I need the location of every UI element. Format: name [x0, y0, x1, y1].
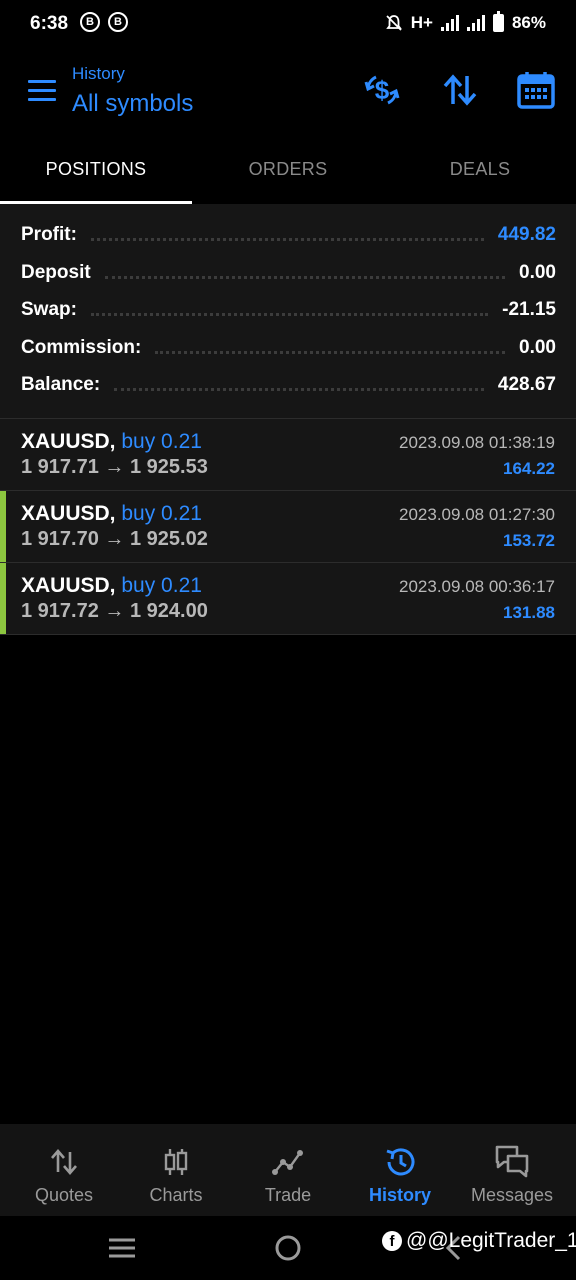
commission-value: 0.00 [519, 337, 556, 358]
summary-row-deposit: Deposit 0.00 [21, 256, 556, 290]
status-time: 6:38 [30, 13, 69, 34]
nav-label: History [368, 1185, 431, 1205]
history-clock-icon [386, 1148, 415, 1176]
tab-positions[interactable]: POSITIONS [0, 140, 192, 204]
symbol-name: XAUUSD, [21, 502, 116, 525]
symbol-name: XAUUSD, [21, 574, 116, 597]
list-divider [0, 634, 576, 635]
position-symbol: XAUUSD, buy 0.21 [21, 502, 202, 526]
svg-text:$: $ [375, 75, 390, 105]
dotted-leader [90, 229, 484, 241]
summary-row-commission: Commission: 0.00 [21, 331, 556, 365]
notification-b-icon: B [80, 12, 100, 32]
summary-panel: Profit: 449.82 Deposit 0.00 Swap: -21.15… [0, 204, 576, 418]
sort-icon[interactable] [440, 70, 480, 110]
currency-exchange-icon[interactable]: $ [362, 70, 402, 110]
nav-label: Trade [264, 1185, 312, 1205]
summary-row-profit: Profit: 449.82 [21, 218, 556, 252]
candlestick-icon [164, 1149, 188, 1175]
app-header: History All symbols $ [0, 48, 576, 140]
battery-percent: 86% [511, 13, 546, 32]
summary-row-swap: Swap: -21.15 [21, 293, 556, 327]
profit-label: Profit: [21, 224, 77, 245]
swap-value: -21.15 [502, 299, 556, 320]
battery-icon [492, 11, 504, 32]
nav-label: Charts [149, 1185, 203, 1205]
dotted-leader [104, 267, 506, 279]
position-row[interactable]: XAUUSD, buy 0.21 1 917.70 → 1 925.02 202… [0, 490, 576, 563]
position-datetime: 2023.09.08 01:38:19 [399, 433, 555, 452]
position-row[interactable]: XAUUSD, buy 0.21 1 917.72 → 1 924.00 202… [0, 562, 576, 635]
status-bar: 6:38 B B H+ 86% [0, 0, 576, 48]
tab-bar: POSITIONS ORDERS DEALS [0, 140, 576, 204]
dotted-leader [155, 342, 506, 354]
balance-label: Balance: [21, 374, 101, 395]
balance-value: 428.67 [497, 374, 556, 395]
home-icon[interactable] [274, 1234, 302, 1262]
network-type: H+ [410, 13, 433, 32]
tab-deals[interactable]: DEALS [384, 140, 576, 204]
mute-bell-icon [385, 15, 402, 31]
nav-messages[interactable]: Messages [456, 1124, 568, 1216]
position-profit: 164.22 [503, 459, 555, 478]
nav-history[interactable]: History [344, 1124, 456, 1216]
header-subtitle: History [72, 64, 125, 83]
quotes-arrows-icon [51, 1149, 77, 1175]
watermark: f @@LegitTrader_1 [382, 1229, 576, 1253]
profit-value: 449.82 [497, 224, 556, 245]
nav-charts[interactable]: Charts [120, 1124, 232, 1216]
commission-label: Commission: [21, 337, 142, 358]
menu-icon[interactable] [28, 80, 56, 102]
position-marker [0, 491, 6, 563]
chat-bubbles-icon [495, 1145, 529, 1178]
position-prices: 1 917.71 → 1 925.53 [21, 456, 208, 478]
position-row[interactable]: XAUUSD, buy 0.21 1 917.71 → 1 925.53 202… [0, 418, 576, 490]
swap-label: Swap: [21, 299, 77, 320]
watermark-text: @@LegitTrader_1 [406, 1229, 576, 1252]
symbol-filter-title[interactable]: All symbols [72, 90, 193, 118]
nav-label: Quotes [34, 1185, 94, 1205]
nav-quotes[interactable]: Quotes [8, 1124, 120, 1216]
signal-icon [466, 15, 485, 31]
position-symbol: XAUUSD, buy 0.21 [21, 430, 202, 454]
nav-label: Messages [470, 1185, 554, 1205]
trade-line-icon [272, 1150, 303, 1175]
dotted-leader [90, 304, 489, 316]
position-side: buy 0.21 [121, 502, 202, 525]
position-side: buy 0.21 [121, 430, 202, 453]
notification-b-icon: B [108, 12, 128, 32]
position-symbol: XAUUSD, buy 0.21 [21, 574, 202, 598]
calendar-icon[interactable] [516, 70, 556, 110]
position-profit: 131.88 [503, 603, 555, 622]
recent-apps-icon[interactable] [108, 1236, 136, 1260]
position-marker [0, 563, 6, 635]
position-side: buy 0.21 [121, 574, 202, 597]
position-datetime: 2023.09.08 00:36:17 [399, 577, 555, 596]
bottom-navigation: Quotes Charts Trade History Messages [0, 1124, 576, 1216]
position-prices: 1 917.70 → 1 925.02 [21, 528, 208, 550]
deposit-label: Deposit [21, 262, 91, 283]
tab-orders[interactable]: ORDERS [192, 140, 384, 204]
nav-trade[interactable]: Trade [232, 1124, 344, 1216]
summary-row-balance: Balance: 428.67 [21, 368, 556, 402]
signal-icon [440, 15, 459, 31]
dotted-leader [114, 379, 484, 391]
position-profit: 153.72 [503, 531, 555, 550]
position-prices: 1 917.72 → 1 924.00 [21, 600, 208, 622]
position-datetime: 2023.09.08 01:27:30 [399, 505, 555, 524]
deposit-value: 0.00 [519, 262, 556, 283]
symbol-name: XAUUSD, [21, 430, 116, 453]
facebook-icon: f [382, 1231, 402, 1251]
